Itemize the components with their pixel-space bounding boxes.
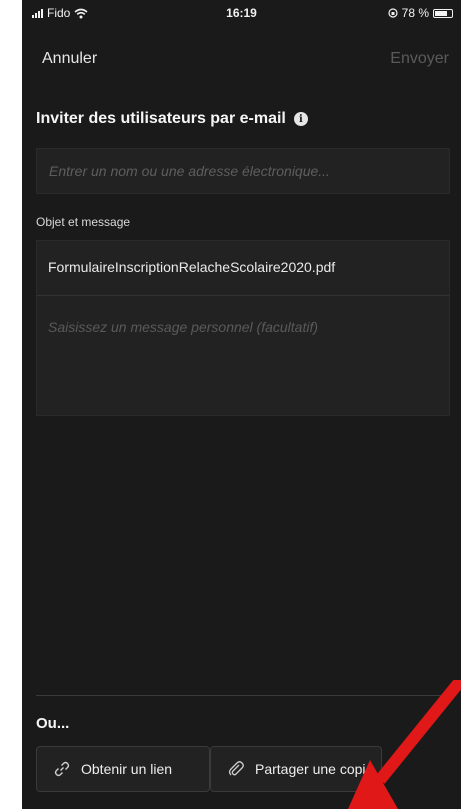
invite-heading: Inviter des utilisateurs par e-mail i: [36, 110, 308, 128]
recipient-input[interactable]: Entrer un nom ou une adresse électroniqu…: [36, 148, 450, 194]
share-copy-label: Partager une copie: [255, 761, 374, 777]
phone-screen: Fido 16:19 78 % Annuler Envoyer Inviter …: [22, 0, 461, 809]
status-bar: Fido 16:19 78 %: [22, 0, 461, 36]
section-divider: [36, 695, 447, 696]
subject-field[interactable]: FormulaireInscriptionRelacheScolaire2020…: [48, 259, 335, 275]
paperclip-icon: [228, 761, 244, 776]
share-copy-button[interactable]: Partager une copie: [210, 746, 382, 792]
send-button[interactable]: Envoyer: [390, 50, 449, 68]
battery-icon: [433, 8, 453, 18]
link-icon: [54, 761, 70, 777]
get-link-button[interactable]: Obtenir un lien: [36, 746, 210, 792]
battery-fill: [435, 10, 447, 16]
invite-title: Inviter des utilisateurs par e-mail: [36, 110, 286, 127]
cancel-button[interactable]: Annuler: [42, 50, 97, 68]
recipient-placeholder: Entrer un nom ou une adresse électroniqu…: [49, 163, 330, 179]
status-right: 78 %: [388, 6, 453, 20]
alternatives-heading: Ou...: [36, 715, 70, 732]
message-box: FormulaireInscriptionRelacheScolaire2020…: [36, 240, 450, 416]
message-input[interactable]: Saisissez un message personnel (facultat…: [48, 319, 318, 335]
info-icon[interactable]: i: [293, 112, 308, 126]
message-section-label: Objet et message: [36, 215, 131, 229]
get-link-label: Obtenir un lien: [81, 761, 173, 777]
battery-percent: 78 %: [401, 6, 429, 20]
message-divider: [37, 295, 449, 296]
orientation-lock-icon: [388, 8, 398, 18]
